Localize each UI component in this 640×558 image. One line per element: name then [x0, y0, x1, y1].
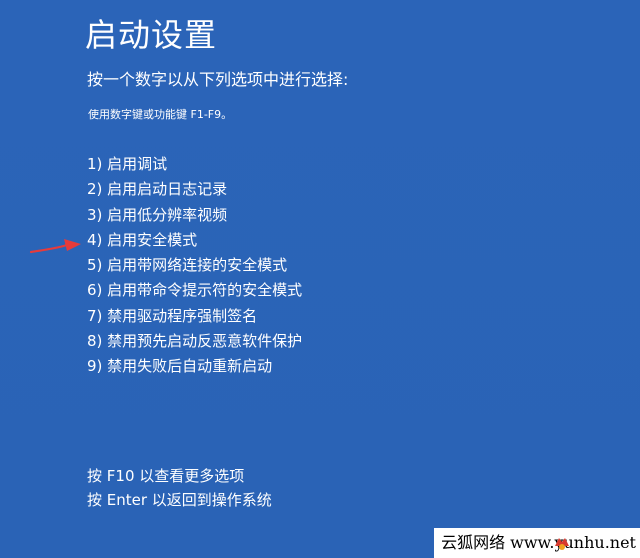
selection-prompt: 按一个数字以从下列选项中进行选择: — [87, 70, 349, 89]
return-os-instruction: 按 Enter 以返回到操作系统 — [87, 491, 272, 509]
watermark: 云狐网络 www.yunhu.net — [434, 528, 640, 558]
boot-option-5[interactable]: 5) 启用带网络连接的安全模式 — [87, 253, 302, 278]
boot-settings-screen: 启动设置 按一个数字以从下列选项中进行选择: 使用数字键或功能键 F1-F9。 … — [0, 0, 640, 558]
more-options-instruction: 按 F10 以查看更多选项 — [87, 467, 245, 485]
watermark-text: 云狐网络 www.yunhu.net — [441, 533, 636, 552]
boot-option-7[interactable]: 7) 禁用驱动程序强制签名 — [87, 304, 302, 329]
red-arrow-icon — [29, 239, 81, 254]
key-hint: 使用数字键或功能键 F1-F9。 — [88, 108, 233, 121]
boot-option-6[interactable]: 6) 启用带命令提示符的安全模式 — [87, 278, 302, 303]
boot-option-2[interactable]: 2) 启用启动日志记录 — [87, 177, 302, 202]
boot-option-9[interactable]: 9) 禁用失败后自动重新启动 — [87, 354, 302, 379]
footer-instructions: 按 F10 以查看更多选项 按 Enter 以返回到操作系统 — [87, 464, 272, 512]
boot-options-list: 1) 启用调试 2) 启用启动日志记录 3) 启用低分辨率视频 4) 启用安全模… — [87, 152, 302, 380]
boot-option-4[interactable]: 4) 启用安全模式 — [87, 228, 302, 253]
boot-option-3[interactable]: 3) 启用低分辨率视频 — [87, 203, 302, 228]
fox-logo-icon — [555, 538, 569, 550]
page-title: 启动设置 — [85, 16, 218, 54]
boot-option-8[interactable]: 8) 禁用预先启动反恶意软件保护 — [87, 329, 302, 354]
boot-option-1[interactable]: 1) 启用调试 — [87, 152, 302, 177]
